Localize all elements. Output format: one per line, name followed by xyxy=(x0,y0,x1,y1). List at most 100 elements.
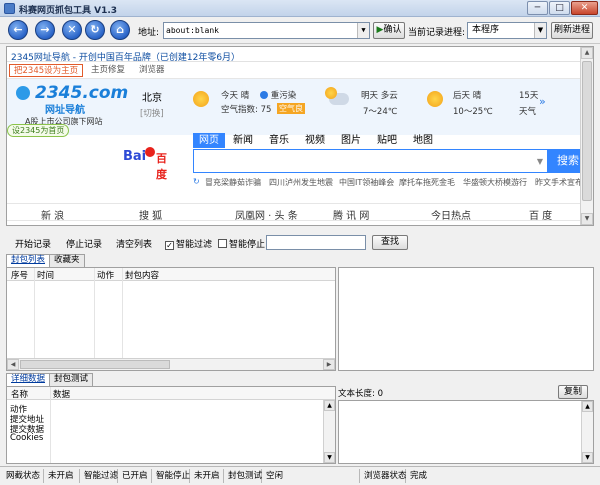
hot-item[interactable]: 摩托车拖死金毛 xyxy=(399,177,455,188)
city-switch-link[interactable]: [切换] xyxy=(140,107,164,119)
maximize-button[interactable]: □ xyxy=(549,1,570,15)
minimize-button[interactable]: ─ xyxy=(527,1,548,15)
set-home-link[interactable]: 把2345设为主页 xyxy=(9,64,84,77)
col-index[interactable]: 序号 xyxy=(11,269,28,281)
chevron-right-icon[interactable]: » xyxy=(539,95,546,108)
scroll-thumb[interactable] xyxy=(582,61,592,201)
tab-web[interactable]: 网页 xyxy=(193,133,225,148)
after-weather: 后天 晴 xyxy=(453,91,482,101)
find-button[interactable]: 查找 xyxy=(372,235,408,250)
app-icon xyxy=(4,3,15,14)
tab-map[interactable]: 地图 xyxy=(413,133,433,148)
process-label: 当前记录进程: xyxy=(408,28,466,38)
find-input[interactable] xyxy=(266,235,366,250)
browser-view[interactable]: 2345网址导航 - 开创中国百年品牌（已创建12年零6月） 把2345设为主页… xyxy=(6,46,594,226)
quick-link[interactable]: 今日热点 xyxy=(431,207,471,222)
back-icon[interactable]: ← xyxy=(8,20,28,40)
scroll-right-icon[interactable]: ▶ xyxy=(323,359,335,370)
sun-behind-cloud-icon xyxy=(325,87,337,99)
checkbox-icon[interactable] xyxy=(218,239,227,248)
quick-link[interactable]: 腾 讯 网 xyxy=(333,207,369,222)
hot-item[interactable]: 中国IT领袖峰会 xyxy=(339,177,394,188)
browser-scrollbar[interactable]: ▲ ▼ xyxy=(580,47,593,225)
confirm-button[interactable]: ▶确认 xyxy=(373,22,405,39)
status-filter-label: 智能过滤 xyxy=(80,469,118,483)
fifteen-days[interactable]: 15天 xyxy=(519,89,538,101)
col-data[interactable]: 数据 xyxy=(53,388,70,400)
baidu-logo[interactable]: Bai 百度 xyxy=(123,145,173,181)
tab-packet-list[interactable]: 封包列表 xyxy=(6,254,51,267)
packet-preview-panel[interactable] xyxy=(338,267,594,371)
scroll-down-icon[interactable]: ▼ xyxy=(582,452,593,463)
hot-item[interactable]: 华盛顿大桥模游行 xyxy=(463,177,527,188)
tab-favorites[interactable]: 收藏夹 xyxy=(49,254,85,267)
tab-video[interactable]: 视频 xyxy=(305,133,325,148)
scroll-up-icon[interactable]: ▲ xyxy=(581,47,593,59)
hot-item[interactable]: 冒充梁静茹诈骗 xyxy=(205,177,261,188)
packet-list-panel[interactable]: 序号 时间 动作 封包内容 ◀ ▶ xyxy=(6,267,336,371)
refresh-hot-icon[interactable]: ↻ xyxy=(193,177,200,186)
stop-record-button[interactable]: 停止记录 xyxy=(66,237,102,250)
start-record-button[interactable]: 开始记录 xyxy=(15,237,51,250)
home-repair-link[interactable]: 主页修复 xyxy=(87,64,129,77)
col-content[interactable]: 封包内容 xyxy=(125,269,159,281)
hot-item[interactable]: 四川泸州发生地震 xyxy=(269,177,333,188)
detail-scrollbar[interactable]: ▲ ▼ xyxy=(323,400,335,463)
quick-link[interactable]: 凤凰网 · 头 条 xyxy=(235,207,298,222)
scroll-left-icon[interactable]: ◀ xyxy=(7,359,19,370)
detail-row[interactable]: Cookies xyxy=(10,433,43,443)
site-logo[interactable]: 2345.com 网址导航 A股上市公司旗下网站 xyxy=(13,83,128,129)
chevron-down-icon[interactable]: ▼ xyxy=(534,23,546,38)
stop-icon[interactable]: ✕ xyxy=(62,20,82,40)
forward-icon[interactable]: → xyxy=(35,20,55,40)
chevron-down-icon[interactable]: ▼ xyxy=(357,23,369,38)
packet-hscroll[interactable]: ◀ ▶ xyxy=(7,358,335,370)
col-name[interactable]: 名称 xyxy=(11,388,28,400)
smart-stop-checkbox[interactable]: 智能停止 xyxy=(218,237,265,250)
smart-filter-checkbox[interactable]: ✓ 智能过滤 xyxy=(165,237,212,250)
tab-tieba[interactable]: 贴吧 xyxy=(377,133,397,148)
refresh-process-button[interactable]: 刷新进程 xyxy=(551,22,593,39)
tab-packet-test[interactable]: 封包测试 xyxy=(49,373,94,386)
set-home-pill[interactable]: 设2345为首页 xyxy=(7,124,70,137)
text-scrollbar[interactable]: ▲ ▼ xyxy=(581,401,593,463)
home-icon[interactable]: ⌂ xyxy=(110,20,130,40)
browser-link[interactable]: 浏览器 xyxy=(135,64,169,77)
process-value: 本程序 xyxy=(472,25,500,35)
detail-panel[interactable]: 名称 数据 动作 提交地址 提交数据 Cookies ▲ ▼ xyxy=(6,386,336,464)
refresh-icon[interactable]: ↻ xyxy=(85,20,105,40)
clear-list-button[interactable]: 清空列表 xyxy=(116,237,152,250)
col-time[interactable]: 时间 xyxy=(37,269,54,281)
search-input[interactable]: ▼ xyxy=(193,149,548,173)
process-select[interactable]: 本程序 ▼ xyxy=(467,22,547,39)
col-action[interactable]: 动作 xyxy=(97,269,114,281)
quick-link[interactable]: 新 浪 xyxy=(41,207,64,222)
hot-item[interactable]: 昨文手术宣布 xyxy=(535,177,583,188)
packet-tabs: 封包列表 收藏夹 xyxy=(6,254,336,267)
weather-section: 2345.com 网址导航 A股上市公司旗下网站 设2345为首页 北京 [切换… xyxy=(7,79,581,137)
logo-sub: 网址导航 xyxy=(45,105,85,116)
tab-news[interactable]: 新闻 xyxy=(233,133,253,148)
scroll-up-icon[interactable]: ▲ xyxy=(582,401,593,412)
scroll-thumb[interactable] xyxy=(20,360,170,369)
tab-music[interactable]: 音乐 xyxy=(269,133,289,148)
scroll-down-icon[interactable]: ▼ xyxy=(581,213,593,225)
text-view-panel[interactable]: ▲ ▼ xyxy=(338,400,594,464)
chevron-down-icon[interactable]: ▼ xyxy=(537,157,543,166)
quick-link[interactable]: 搜 狐 xyxy=(139,207,162,222)
confirm-label: 确认 xyxy=(383,25,402,35)
close-button[interactable]: ✕ xyxy=(571,1,598,15)
scroll-down-icon[interactable]: ▼ xyxy=(324,452,335,463)
status-filter-value: 已开启 xyxy=(118,469,152,483)
address-input[interactable]: about:blank ▼ xyxy=(163,22,370,39)
quick-link[interactable]: 百 度 xyxy=(529,207,552,222)
air-level-badge: 空气良 xyxy=(277,103,305,114)
copy-button[interactable]: 复制 xyxy=(558,385,588,399)
fifteen-days-sub[interactable]: 天气 xyxy=(519,105,536,117)
smart-filter-label: 智能过滤 xyxy=(176,240,213,250)
pollution-label: 重污染 xyxy=(260,89,296,101)
scroll-up-icon[interactable]: ▲ xyxy=(324,400,335,411)
tab-detail-data[interactable]: 详细数据 xyxy=(6,373,51,386)
tab-images[interactable]: 图片 xyxy=(341,133,361,148)
checkbox-checked-icon[interactable]: ✓ xyxy=(165,241,174,250)
